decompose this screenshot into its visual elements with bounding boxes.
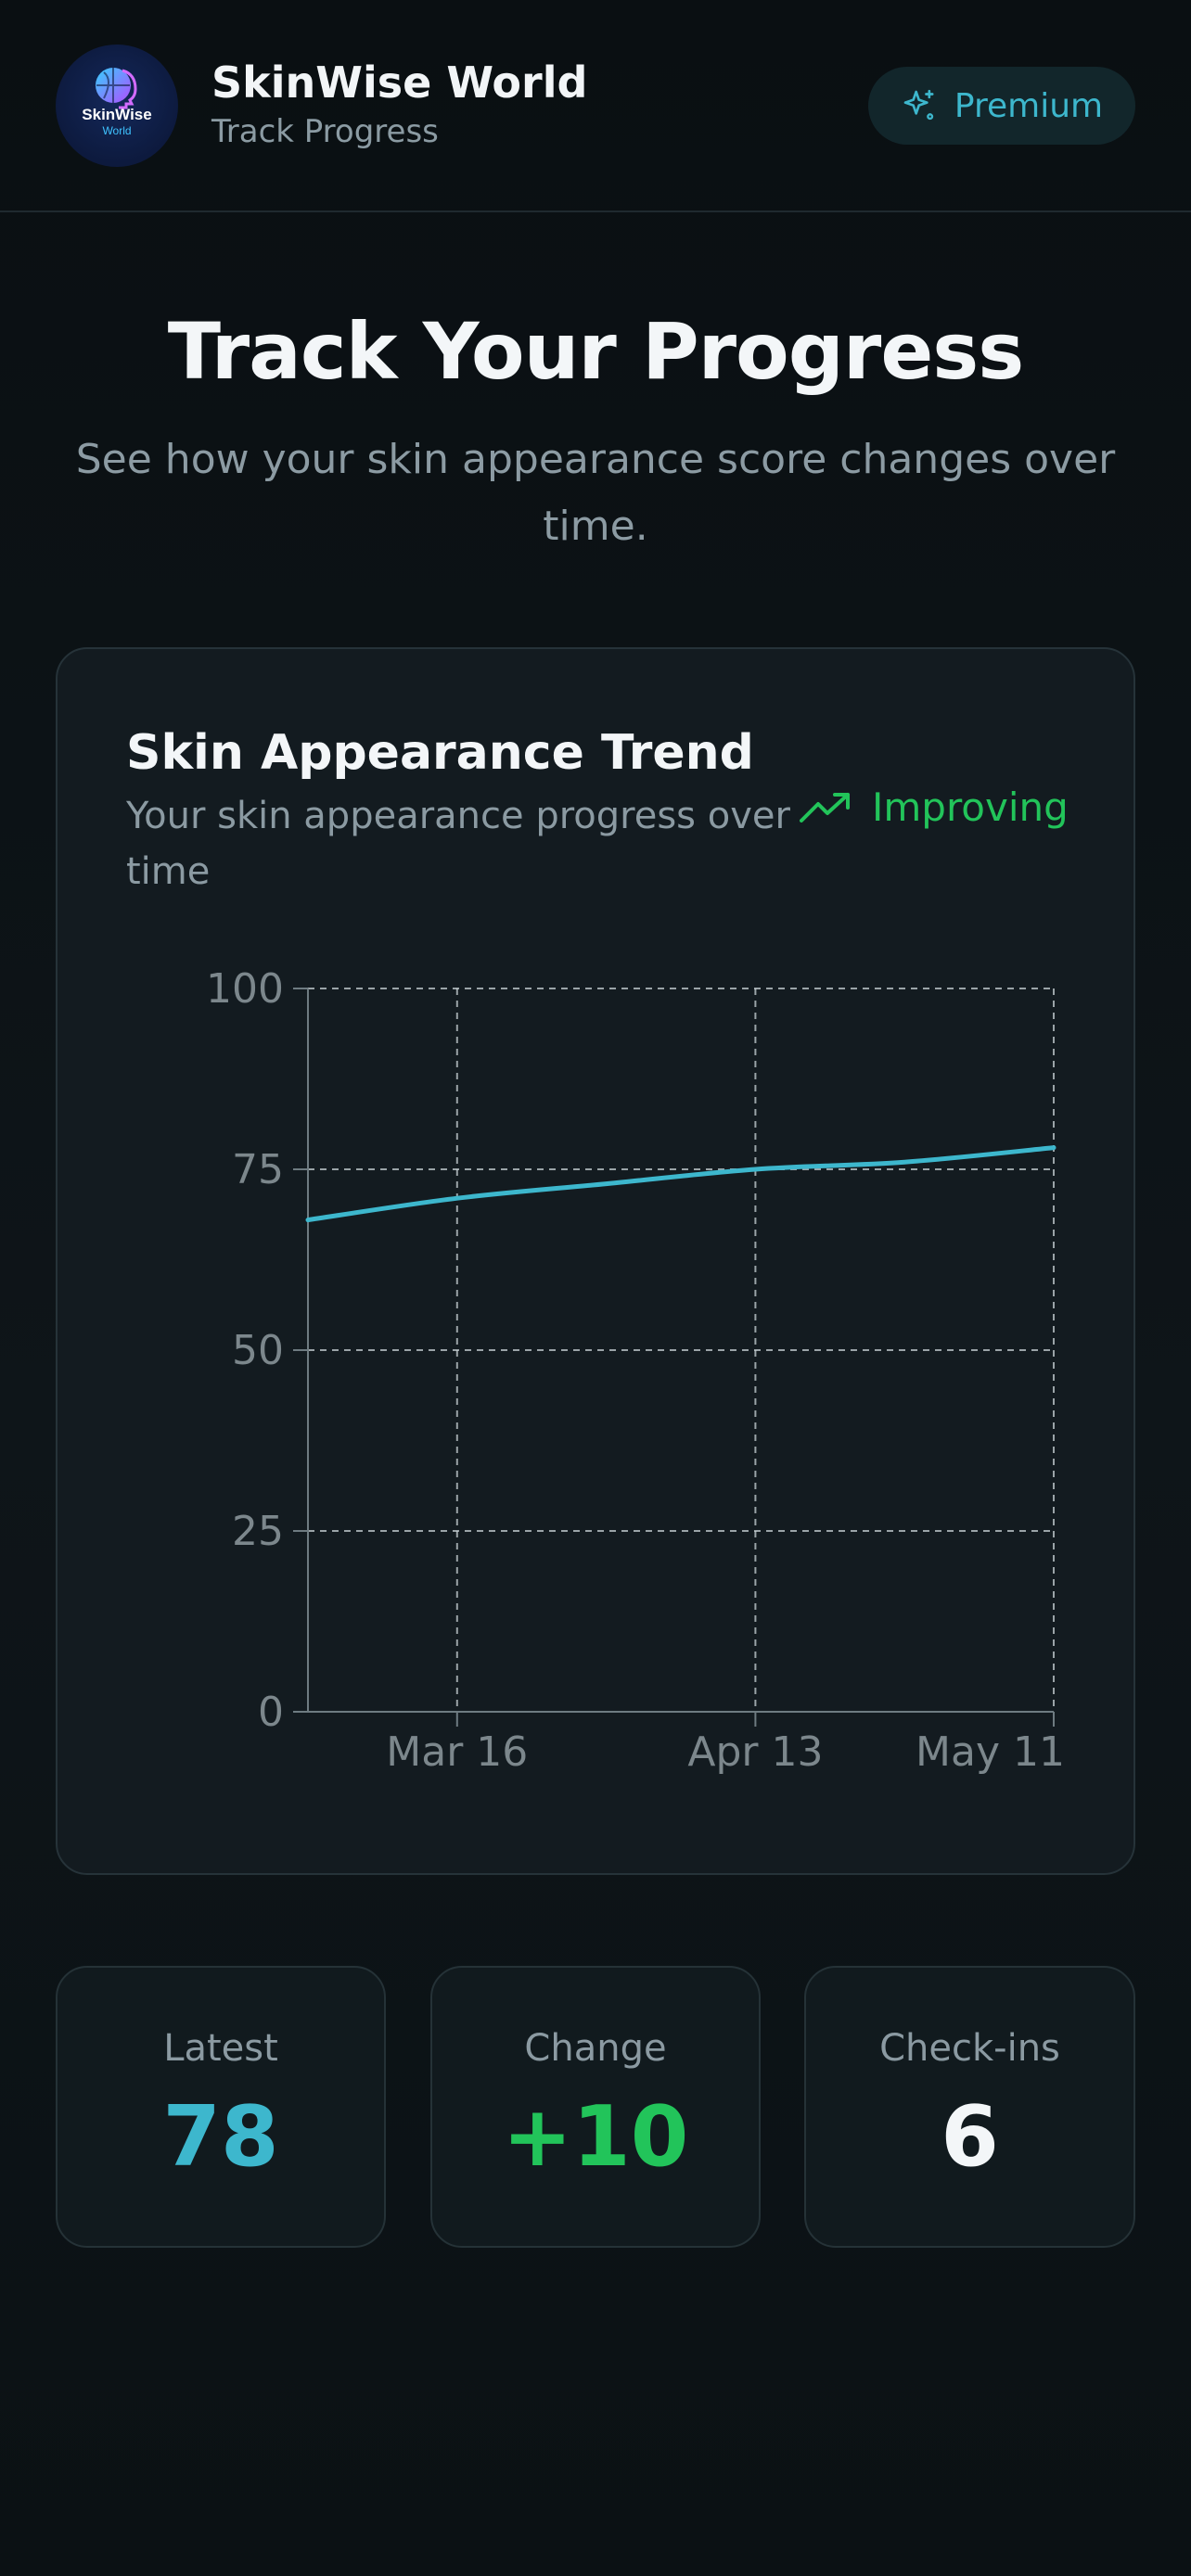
app-logo[interactable]: SkinWise World	[56, 45, 178, 167]
sparkles-icon	[903, 89, 934, 121]
stat-latest-label: Latest	[163, 2027, 278, 2070]
stat-checkins-value: 6	[941, 2088, 999, 2186]
trend-card: Skin Appearance Trend Your skin appearan…	[56, 647, 1135, 1875]
y-tick-label: 75	[232, 1146, 284, 1193]
app-header: SkinWise World SkinWise World Track Prog…	[0, 0, 1191, 212]
page-title: Track Your Progress	[167, 306, 1025, 397]
logo-text: SkinWise	[82, 106, 152, 123]
y-tick-label: 0	[258, 1689, 284, 1736]
y-tick-label: 50	[232, 1327, 284, 1374]
stat-latest: Latest 78	[56, 1966, 386, 2248]
x-tick-label: Mar 16	[386, 1728, 528, 1776]
page-subtitle: See how your skin appearance score chang…	[75, 436, 1116, 550]
logo-subtext: World	[102, 124, 132, 137]
skin-trend-chart: 0 25 50 75 100 Mar 16 Apr 13 May 11	[206, 965, 1065, 1776]
x-tick-label: Apr 13	[687, 1728, 823, 1776]
app-subtitle: Track Progress	[211, 113, 439, 150]
stat-change-value: +10	[502, 2088, 689, 2186]
stat-change: Change +10	[430, 1966, 761, 2248]
premium-label: Premium	[954, 86, 1104, 125]
series-line	[305, 1145, 1057, 1223]
premium-button[interactable]: Premium	[868, 67, 1135, 145]
stat-change-label: Change	[524, 2027, 667, 2070]
stat-checkins: Check-ins 6	[804, 1966, 1135, 2248]
stat-checkins-label: Check-ins	[879, 2027, 1060, 2070]
app-title: SkinWise World	[211, 57, 588, 108]
y-tick-label: 100	[206, 965, 284, 1013]
stat-latest-value: 78	[162, 2088, 279, 2186]
x-tick-label: May 11	[916, 1728, 1065, 1776]
y-tick-label: 25	[232, 1508, 284, 1555]
